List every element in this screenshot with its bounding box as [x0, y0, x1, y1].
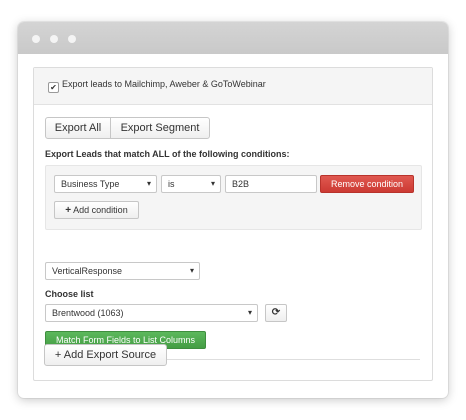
condition-builder: Business Type ▾ is ▾ B2B Remove conditio…: [45, 165, 422, 230]
caret-down-icon: ▾: [210, 179, 215, 188]
condition-operator-select[interactable]: is ▾: [161, 175, 221, 193]
export-all-button[interactable]: Export All: [45, 117, 111, 139]
list-select[interactable]: Brentwood (1063) ▾: [45, 304, 258, 322]
condition-operator-value: is: [168, 179, 175, 189]
condition-value-input[interactable]: B2B: [225, 175, 317, 193]
window-titlebar: [18, 22, 448, 54]
refresh-list-button[interactable]: ⟳: [265, 304, 287, 322]
app-window: ✔ Export leads to Mailchimp, Aweber & Go…: [18, 22, 448, 398]
condition-value-text: B2B: [232, 179, 250, 189]
choose-list-label: Choose list: [45, 289, 94, 299]
minimize-window-dot[interactable]: [50, 35, 58, 43]
add-condition-button[interactable]: + Add condition: [54, 201, 139, 219]
list-select-value: Brentwood (1063): [52, 308, 124, 318]
export-segment-button[interactable]: Export Segment: [110, 117, 210, 139]
maximize-window-dot[interactable]: [68, 35, 76, 43]
condition-field-value: Business Type: [61, 179, 120, 189]
refresh-icon: ⟳: [271, 307, 281, 318]
condition-field-select[interactable]: Business Type ▾: [54, 175, 157, 193]
close-window-dot[interactable]: [32, 35, 40, 43]
export-service-select[interactable]: VerticalResponse ▾: [45, 262, 200, 280]
add-export-source-button[interactable]: + Add Export Source: [44, 344, 167, 366]
conditions-heading: Export Leads that match ALL of the follo…: [45, 149, 290, 159]
export-settings-panel: ✔ Export leads to Mailchimp, Aweber & Go…: [33, 67, 433, 381]
caret-down-icon: ▾: [146, 179, 151, 188]
caret-down-icon: ▾: [189, 266, 194, 275]
caret-down-icon: ▾: [247, 308, 252, 317]
export-leads-label: Export leads to Mailchimp, Aweber & GoTo…: [62, 79, 266, 89]
export-panel-header: ✔ Export leads to Mailchimp, Aweber & Go…: [34, 68, 432, 105]
plus-icon: +: [65, 205, 72, 216]
export-leads-checkbox[interactable]: ✔: [48, 82, 59, 93]
remove-condition-button[interactable]: Remove condition: [320, 175, 414, 193]
export-service-value: VerticalResponse: [52, 266, 123, 276]
add-condition-label: Add condition: [73, 205, 128, 215]
